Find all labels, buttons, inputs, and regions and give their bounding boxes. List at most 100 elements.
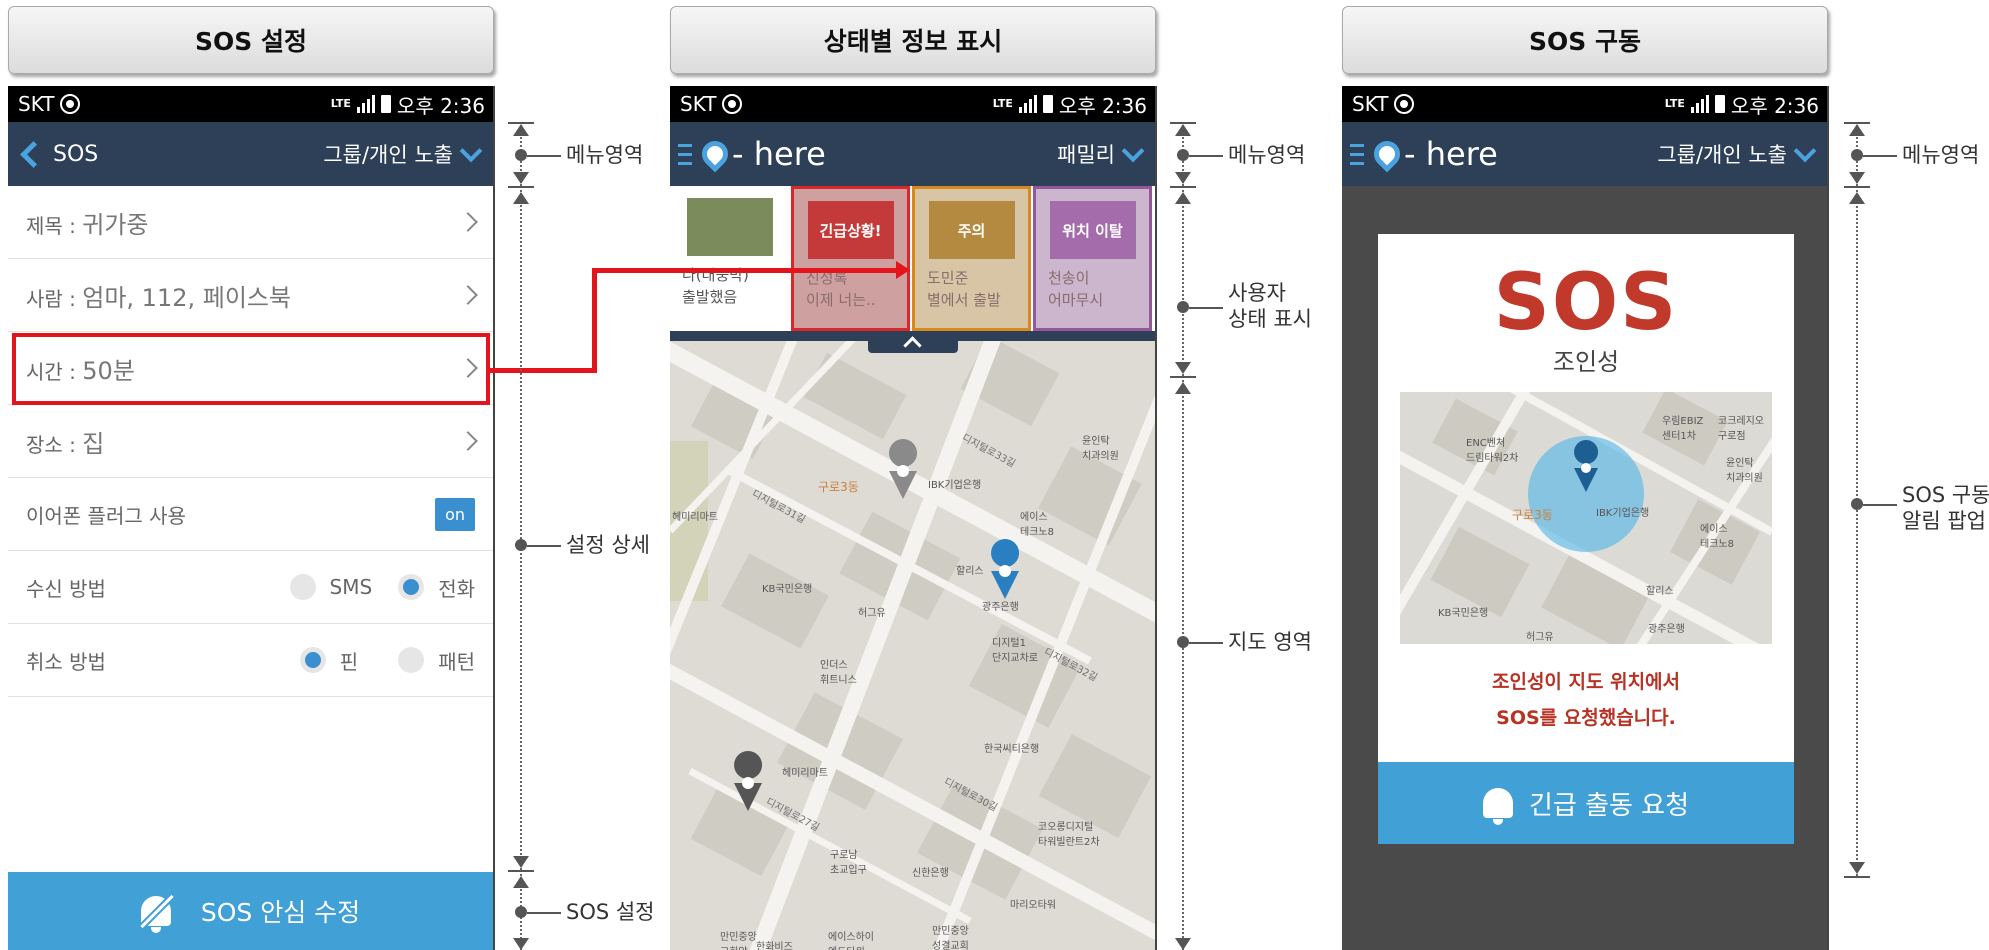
logo-text: - here	[732, 135, 826, 173]
radio-icon	[398, 647, 425, 673]
map-label: 우림EBIZ 센터1차	[1662, 416, 1704, 442]
earphone-toggle[interactable]: on	[435, 497, 475, 531]
map-label: 구로3동	[1512, 508, 1553, 522]
map-label: 광주은행	[982, 602, 1019, 613]
back-button[interactable]: SOS	[16, 140, 98, 168]
app-logo: - here	[1368, 135, 1498, 173]
row-label: 취소 방법	[26, 649, 106, 674]
connector-line	[592, 268, 597, 373]
menu-icon[interactable]	[678, 143, 692, 165]
sos-edit-button[interactable]: SOS 안심 수정	[8, 872, 493, 950]
status-badge-urgent: 긴급상황!	[807, 201, 894, 259]
map-label: 신한은행	[912, 868, 949, 879]
gps-icon	[60, 94, 81, 114]
signal-icon	[1690, 95, 1709, 113]
user-photo	[686, 198, 773, 256]
menu-icon[interactable]	[1350, 143, 1364, 165]
map-label: 코오롱디지털 타워빌란트2차	[1038, 822, 1100, 848]
phone-sos-settings: SKT LTE 오후 2:36 SOS 그룹/개인 노출 제목 : 귀가중 사람…	[8, 86, 495, 950]
radio-label: SMS	[329, 575, 373, 599]
chevron-down-icon	[1121, 139, 1145, 163]
annotation-label: 알림 팝업	[1902, 509, 1986, 533]
emergency-dispatch-button[interactable]: 긴급 출동 요청	[1378, 762, 1794, 844]
map-label: 할리스	[956, 566, 984, 577]
annotation-label: 설정 상세	[566, 533, 650, 557]
status-bar: SKT LTE 오후 2:36	[1342, 86, 1827, 122]
map-view[interactable]	[670, 331, 1155, 950]
panel-title-sos-activation: SOS 구동	[1342, 6, 1828, 74]
setting-row-place[interactable]: 장소 : 집	[8, 405, 493, 478]
sos-message: 조인성이 지도 위치에서 SOS를 요청했습니다.	[1378, 664, 1794, 736]
map-label: ENC벤처 드림타워2차	[1466, 438, 1519, 464]
map-label: 만민중앙 성결교회	[932, 926, 969, 950]
carrier-label: SKT	[18, 92, 55, 116]
setting-row-title[interactable]: 제목 : 귀가중	[8, 186, 493, 259]
row-label: 제목 :	[26, 213, 83, 238]
collapse-cards-button[interactable]	[868, 331, 958, 353]
user-card-leave[interactable]: 위치 이탈 천송이 어마무시	[1033, 186, 1152, 331]
user-name: 도민준	[927, 269, 969, 287]
panel-title-text: 상태별 정보 표시	[823, 27, 1003, 56]
carrier-label: SKT	[680, 92, 717, 116]
group-dropdown[interactable]: 패밀리	[1057, 139, 1145, 169]
map-label: 에이스하이 엔드타워	[828, 932, 874, 950]
back-chevron-icon	[20, 140, 47, 168]
map-label: 윤인탁 치과의원	[1082, 436, 1119, 462]
setting-row-earphone: 이어폰 플러그 사용 on	[8, 478, 493, 551]
chevron-right-icon	[458, 431, 478, 451]
sos-location-map[interactable]: ENC벤처 드림타워2차 우림EBIZ 센터1차 코크레지오 구로점 윤인탁 치…	[1400, 392, 1772, 644]
annotation-label: SOS 구동	[1902, 483, 1989, 507]
row-label: 수신 방법	[26, 576, 106, 601]
radio-selected-icon	[299, 647, 326, 673]
sos-message-line: SOS를 요청했습니다.	[1496, 707, 1676, 729]
clock: 오후 2:36	[396, 93, 485, 118]
row-value: 귀가중	[82, 210, 149, 239]
user-card-me[interactable]: 나(대웅박) 출발했음	[670, 186, 789, 331]
app-header: - here 패밀리	[670, 122, 1155, 186]
clock: 오후 2:36	[1730, 93, 1819, 118]
status-badge-leave: 위치 이탈	[1049, 201, 1136, 259]
annotation-label: 지도 영역	[1228, 630, 1312, 654]
chevron-down-icon	[1793, 139, 1817, 163]
row-value: 집	[82, 429, 105, 458]
chevron-down-icon	[459, 139, 483, 163]
radio-sms[interactable]: SMS	[289, 574, 373, 600]
sos-message-line: 조인성이 지도 위치에서	[1491, 671, 1681, 693]
user-card-caution[interactable]: 주의 도민준 별에서 출발	[912, 186, 1031, 331]
signal-icon	[356, 95, 375, 113]
battery-icon	[380, 95, 391, 113]
status-bar: SKT LTE 오후 2:36	[670, 86, 1155, 122]
sos-sender-name: 조인성	[1552, 348, 1620, 376]
highlight-time-row	[12, 333, 490, 405]
exposure-dropdown-label: 그룹/개인 노출	[323, 143, 453, 167]
radio-pattern[interactable]: 패턴	[398, 646, 475, 675]
lte-icon: LTE	[1664, 97, 1685, 110]
clock: 오후 2:36	[1058, 93, 1147, 118]
panel-title-text: SOS 구동	[1529, 27, 1641, 56]
location-pin-icon	[696, 135, 734, 173]
setting-row-receive: 수신 방법 SMS 전화	[8, 551, 493, 624]
map-label: 인더스 휘트니스	[820, 660, 857, 686]
exposure-dropdown[interactable]: 그룹/개인 노출	[1657, 139, 1817, 169]
annotation-label: 사용자	[1228, 281, 1286, 305]
map-label: 만민중앙 교회앞	[720, 932, 757, 950]
gps-icon	[1394, 94, 1415, 114]
radio-pin[interactable]: 핀	[299, 646, 358, 675]
map-label: 윤인탁 치과의원	[1726, 458, 1763, 484]
group-dropdown-label: 패밀리	[1057, 143, 1115, 167]
location-pin-icon	[1368, 135, 1406, 173]
annotation-label: 메뉴영역	[1228, 143, 1306, 167]
app-header: - here 그룹/개인 노출	[1342, 122, 1827, 186]
user-card-urgent[interactable]: 긴급상황! 신성록 이제 너는..	[791, 186, 910, 331]
panel-title-sos-settings: SOS 설정	[8, 6, 494, 74]
radio-label: 패턴	[438, 649, 475, 674]
chevron-right-icon	[458, 285, 478, 305]
exposure-dropdown[interactable]: 그룹/개인 노출	[323, 139, 483, 169]
sos-edit-label: SOS 안심 수정	[200, 898, 361, 927]
logo-text: - here	[1404, 135, 1498, 173]
map-label: 헤미리마트	[672, 512, 718, 523]
setting-row-people[interactable]: 사람 : 엄마, 112, 페이스북	[8, 259, 493, 332]
app-header: SOS 그룹/개인 노출	[8, 122, 493, 186]
user-status: 어마무시	[1048, 291, 1104, 309]
radio-call[interactable]: 전화	[398, 573, 475, 602]
